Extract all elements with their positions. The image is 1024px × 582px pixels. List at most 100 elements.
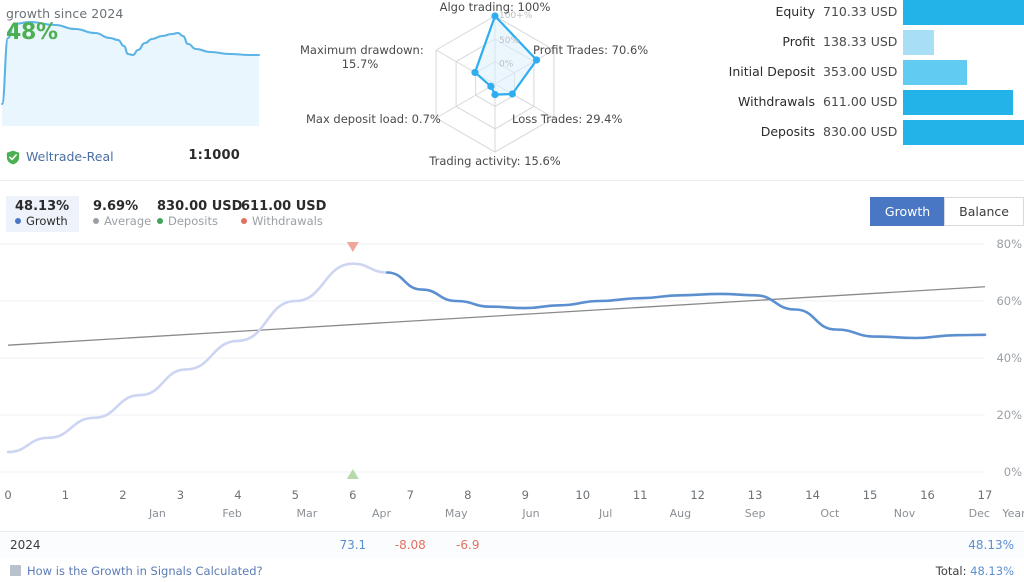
legend-dot-icon xyxy=(241,218,247,224)
radar-chart: 100+% 50% 0% Algo trading: 100% Profit Tra… xyxy=(300,0,690,175)
legend-name: Average xyxy=(93,214,151,229)
x-axis-tick: 11 xyxy=(632,488,648,502)
account-row: Weltrade-Real 1:1000 xyxy=(6,148,286,168)
legend-item-growth[interactable]: 48.13% Growth xyxy=(6,196,80,232)
x-axis-month: Jan xyxy=(148,507,166,520)
stat-bar xyxy=(903,90,1013,115)
x-axis-tick: 15 xyxy=(862,488,878,502)
x-axis-tick: 8 xyxy=(464,488,472,502)
x-axis-month: Feb xyxy=(222,507,242,520)
x-axis-month: Mar xyxy=(296,507,318,520)
x-axis-tick: 0 xyxy=(4,488,12,502)
marker-withdrawal xyxy=(346,242,359,252)
stat-label: Deposits xyxy=(760,124,815,139)
svg-text:50%: 50% xyxy=(499,36,519,46)
stat-row-initial-deposit: Initial Deposit 353.00 USD xyxy=(690,60,1024,86)
legend-item-withdrawals[interactable]: 611.00 USD Withdrawals xyxy=(232,196,336,232)
legend-dot-icon xyxy=(157,218,163,224)
x-axis-tick: 10 xyxy=(575,488,591,502)
x-axis-tick: 13 xyxy=(747,488,763,502)
radar-label-profit-trades: Profit Trades: 70.6% xyxy=(533,43,649,57)
y-axis-tick: 60% xyxy=(996,294,1022,308)
footer-total-value: 48.13% xyxy=(970,564,1014,578)
radar-label-maximum-drawdown: Maximum drawdown: 15.7% xyxy=(300,43,424,71)
x-axis-month: Aug xyxy=(669,507,692,520)
chart-legend-row: 48.13% Growth 9.69% Average 830.00 USD Deposi… xyxy=(0,196,1024,232)
radar-chart-svg: 100+%50%0% xyxy=(435,11,555,153)
y-axis-tick: 40% xyxy=(996,351,1022,365)
signal-stats-page: growth since 2024 48% Weltrade-Real 1:10… xyxy=(0,0,1024,582)
shield-check-icon xyxy=(6,150,20,165)
growth-help-link[interactable]: How is the Growth in Signals Calculated? xyxy=(27,564,263,578)
table-row: 2024 73.1 -8.08 -6.9 48.13% xyxy=(0,532,1024,558)
stat-value: 710.33 USD xyxy=(823,4,898,19)
growth-chart-svg xyxy=(0,242,987,479)
x-axis-month: Dec xyxy=(968,507,990,520)
stat-label: Withdrawals xyxy=(738,94,815,109)
stat-label: Initial Deposit xyxy=(728,64,815,79)
x-axis-tick: 1 xyxy=(61,488,70,502)
account-stats-bars: Equity 710.33 USD Profit 138.33 USD Initial … xyxy=(690,0,1024,160)
x-axis-tick: 14 xyxy=(805,488,820,502)
chart-mode-toggle[interactable]: Growth Balance xyxy=(869,197,1024,226)
stat-row-profit: Profit 138.33 USD xyxy=(690,30,1024,56)
stat-row-deposits: Deposits 830.00 USD xyxy=(690,120,1024,146)
marker-deposit xyxy=(346,469,359,479)
x-axis-tick: 6 xyxy=(349,488,357,502)
legend-value: 611.00 USD xyxy=(241,199,327,214)
x-axis-month: Sep xyxy=(744,507,766,520)
radar-label-max-deposit-load: Max deposit load: 0.7% xyxy=(306,112,441,126)
svg-text:0%: 0% xyxy=(499,60,514,70)
x-axis-tick: 12 xyxy=(690,488,705,502)
x-axis: 0 1 2 3 4 5 6 7 8 9 10 11 12 13 14 15 16 17 Jan Feb Mar Apr Ma… xyxy=(0,488,1024,530)
account-name[interactable]: Weltrade-Real xyxy=(26,149,114,164)
radar-label-loss-trades: Loss Trades: 29.4% xyxy=(512,112,623,126)
tab-growth[interactable]: Growth xyxy=(869,197,945,226)
x-axis-tick: 2 xyxy=(119,488,127,502)
sparkline-percent: 48% xyxy=(6,20,58,45)
stat-row-equity: Equity 710.33 USD xyxy=(690,0,1024,26)
legend-value: 48.13% xyxy=(15,199,70,214)
legend-name: Withdrawals xyxy=(241,214,326,229)
stat-value: 830.00 USD xyxy=(823,124,898,139)
stat-bar xyxy=(903,60,967,85)
radar-label-maximum-drawdown-value: 15.7% xyxy=(341,57,379,71)
top-summary-panel: growth since 2024 48% Weltrade-Real 1:10… xyxy=(0,0,1024,175)
x-axis-tick: 5 xyxy=(291,488,300,502)
x-axis-tick: 3 xyxy=(176,488,185,502)
x-axis-month: Jul xyxy=(599,507,613,520)
stat-value: 353.00 USD xyxy=(823,64,898,79)
tab-balance[interactable]: Balance xyxy=(944,197,1024,226)
table-total: 48.13% xyxy=(968,538,1014,552)
radar-label-maximum-drawdown-text: Maximum drawdown: xyxy=(300,43,424,57)
table-cell: -8.08 xyxy=(394,538,426,552)
x-axis-month: Oct xyxy=(820,507,840,520)
growth-sparkline-card: growth since 2024 48% Weltrade-Real 1:10… xyxy=(0,0,292,175)
radar-label-algo-trading: Algo trading: 100% xyxy=(439,0,551,14)
y-axis-tick: 20% xyxy=(996,408,1022,422)
stat-value: 611.00 USD xyxy=(823,94,898,109)
top-divider xyxy=(0,180,1024,181)
stat-row-withdrawals: Withdrawals 611.00 USD xyxy=(690,90,1024,116)
stat-label: Equity xyxy=(775,4,815,19)
growth-chart[interactable]: 0% 20% 40% 60% 80% xyxy=(0,236,1024,486)
stat-bar xyxy=(903,0,1024,25)
legend-dot-icon xyxy=(15,218,21,224)
x-axis-month: May xyxy=(444,507,468,520)
stat-label: Profit xyxy=(782,34,815,49)
x-axis-month: Year xyxy=(1002,507,1024,520)
x-axis-tick: 7 xyxy=(406,488,414,502)
legend-value: 830.00 USD xyxy=(157,199,243,214)
x-axis-month: Apr xyxy=(372,507,392,520)
x-axis-tick: 16 xyxy=(920,488,935,502)
legend-name: Deposits xyxy=(157,214,242,229)
stat-value: 138.33 USD xyxy=(823,34,898,49)
footer-total-label: Total: xyxy=(935,564,967,578)
table-year: 2024 xyxy=(10,538,41,552)
legend-value: 9.69% xyxy=(93,199,139,214)
x-axis-tick: 17 xyxy=(977,488,993,502)
legend-name: Growth xyxy=(15,214,69,229)
footer-total: Total: 48.13% xyxy=(936,564,1014,578)
radar-label-trading-activity: Trading activity: 15.6% xyxy=(429,154,561,168)
info-icon xyxy=(10,565,21,576)
